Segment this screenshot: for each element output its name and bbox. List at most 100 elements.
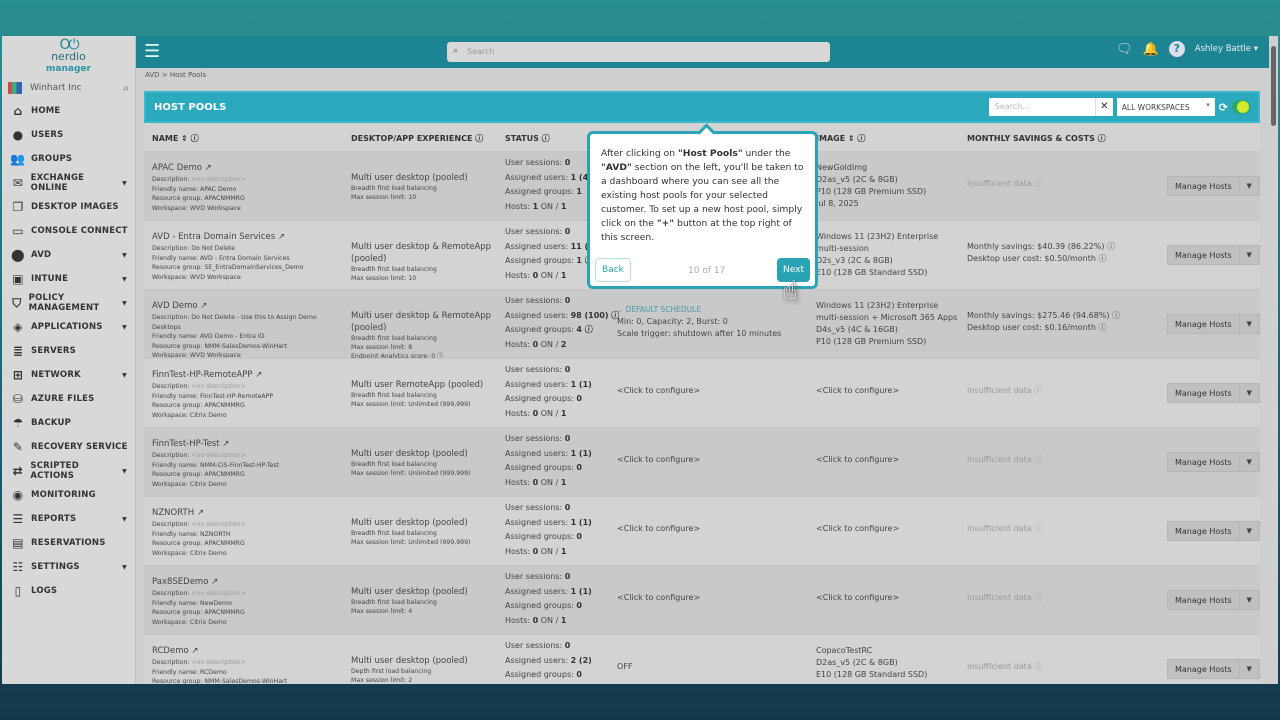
image-line: D2as_v5 (2C & 8GB) [816,175,898,184]
hamburger-menu-icon[interactable]: ☰ [144,43,160,61]
sidebar-item-backup[interactable]: ☂ BACKUP [2,411,135,435]
back-button[interactable]: Back [595,258,631,282]
refresh-icon[interactable]: ⟳ [1219,101,1228,114]
workspace: Workspace: WVD Workspace [152,273,241,281]
mail-icon: ✉ [12,176,23,190]
manage-hosts-button[interactable]: Manage Hosts [1167,314,1240,334]
help-icon[interactable]: ? [1168,41,1185,57]
breadcrumb[interactable]: AVD > Host Pools [145,71,206,79]
image-line[interactable]: <Click to configure> [816,592,964,604]
user-menu[interactable]: Ashley Battle ▾ [1195,44,1258,54]
manage-hosts-button[interactable]: Manage Hosts [1167,245,1240,265]
add-host-pool-button[interactable] [1232,100,1250,114]
sidebar-item-avd[interactable]: ⬤ AVD ▼ [2,243,135,267]
load-balancing: Depth first load balancing [351,668,432,675]
external-link-icon[interactable]: ↗ [255,370,262,380]
sidebar-item-home[interactable]: ⌂ HOME [2,99,135,123]
external-link-icon[interactable]: ↗ [211,577,218,587]
image-line[interactable]: <Click to configure> [816,454,964,466]
clear-search-icon[interactable]: ✕ [1094,98,1113,116]
image-line: CopacoTestRC [816,646,873,655]
search-placeholder: Search [467,47,495,56]
sidebar-item-intune[interactable]: ▣ INTUNE ▼ [2,267,135,291]
caret-down-icon[interactable]: ▼ [1239,659,1260,679]
caret-down-icon[interactable]: ▼ [1239,383,1260,403]
column-image[interactable]: IMAGE ⇕ ⓘ [816,133,865,144]
host-pool-name-link[interactable]: Pax8SEDemo ↗ [152,576,342,588]
search-icon[interactable]: ⌕ [123,83,129,94]
chatbot-icon[interactable]: 🗨 [1116,42,1133,57]
sidebar-item-network[interactable]: ⊞ NETWORK ▼ [2,363,135,387]
workspace: Workspace: Citrix Demo [152,411,227,419]
sidebar-item-desktop-images[interactable]: ❐ DESKTOP IMAGES [2,195,135,219]
image-line: Jul 8, 2025 [816,199,859,208]
autoscale-line[interactable]: <Click to configure> [617,523,700,535]
manage-hosts-button[interactable]: Manage Hosts [1167,452,1240,472]
scrollbar[interactable] [1269,36,1278,684]
external-link-icon[interactable]: ↗ [197,508,204,518]
sidebar-item-console-connect[interactable]: ▭ CONSOLE CONNECT [2,219,135,243]
host-pool-name-link[interactable]: FinnTest-HP-RemoteAPP ↗ [152,369,342,381]
host-pool-name-link[interactable]: APAC Demo ↗ [152,162,342,174]
column-name[interactable]: NAME ⇕ ⓘ [152,133,199,144]
shield-icon: ⛉ [12,296,22,310]
sidebar-item-reports[interactable]: ☰ REPORTS ▼ [2,507,135,531]
host-pool-name-link[interactable]: NZNORTH ↗ [152,507,342,519]
autoscale-line[interactable]: OFF [617,661,633,673]
autoscale-line[interactable]: <Click to configure> [617,592,700,604]
manage-hosts-button[interactable]: Manage Hosts [1167,659,1240,679]
tenant-selector[interactable]: Winhart Inc ⌕ [2,77,135,99]
sidebar-item-servers[interactable]: ≣ SERVERS [2,339,135,363]
host-pool-name-link[interactable]: AVD - Entra Domain Services ↗ [152,231,342,243]
caret-down-icon[interactable]: ▼ [1239,245,1260,265]
host-pool-search-input[interactable]: Search... [988,98,1095,116]
sidebar-item-scripted-actions[interactable]: ⇄ SCRIPTED ACTIONS ▼ [2,459,135,483]
external-link-icon[interactable]: ↗ [205,163,212,173]
sidebar-item-settings[interactable]: ☷ SETTINGS ▼ [2,555,135,579]
sidebar-item-exchange-online[interactable]: ✉ EXCHANGE ONLINE ▼ [2,171,135,195]
caret-down-icon[interactable]: ▼ [1239,521,1260,541]
host-pool-name-link[interactable]: FinnTest-HP-Test ↗ [152,438,342,450]
autoscale-line[interactable]: ⌄ DEFAULT SCHEDULE [617,304,781,316]
image-line: Windows 11 (23H2) Enterprise multi-sessi… [816,301,958,322]
sidebar-item-policy-management[interactable]: ⛉ POLICY MANAGEMENT ▼ [2,291,135,315]
sidebar-item-monitoring[interactable]: ◉ MONITORING [2,483,135,507]
sidebar-item-reservations[interactable]: ▤ RESERVATIONS [2,531,135,555]
description: Description: <no description> [152,176,246,183]
manage-hosts-button[interactable]: Manage Hosts [1167,176,1240,196]
sidebar-item-users[interactable]: ● USERS [2,123,135,147]
sidebar-item-groups[interactable]: 👥 GROUPS [2,147,135,171]
manage-hosts-button[interactable]: Manage Hosts [1167,521,1240,541]
external-link-icon[interactable]: ↗ [278,232,285,242]
scrollbar-thumb[interactable] [1271,46,1276,126]
host-pool-name-link[interactable]: AVD Demo ↗ [152,300,342,312]
host-pool-name-link[interactable]: RCDemo ↗ [152,645,342,657]
status: User sessions: 0 Assigned users: 98 (100)… [505,296,620,349]
autoscale-line[interactable]: <Click to configure> [617,385,700,397]
caret-down-icon[interactable]: ▼ [1239,176,1260,196]
workspace-select[interactable]: ALL WORKSPACES [1116,98,1215,116]
sidebar-item-logs[interactable]: ▯ LOGS [2,579,135,603]
manage-hosts-button[interactable]: Manage Hosts [1167,383,1240,403]
bell-icon[interactable]: 🔔 [1143,42,1159,57]
nerdio-logo[interactable]: O⏻ nerdio manager [2,36,135,75]
sidebar-item-azure-files[interactable]: ⛁ AZURE FILES [2,387,135,411]
avd-icon: ⬤ [11,248,25,262]
image-line[interactable]: <Click to configure> [816,523,964,535]
database-icon: ⛁ [12,392,24,406]
caret-down-icon[interactable]: ▼ [1239,314,1260,334]
manage-hosts-button[interactable]: Manage Hosts [1167,590,1240,610]
image-line[interactable]: <Click to configure> [816,385,964,397]
external-link-icon[interactable]: ↗ [191,646,198,656]
external-link-icon[interactable]: ↗ [200,301,207,311]
caret-down-icon[interactable]: ▼ [1239,590,1260,610]
sidebar-item-recovery-service[interactable]: ✎ RECOVERY SERVICE [2,435,135,459]
sidebar-item-applications[interactable]: ◈ APPLICATIONS ▼ [2,315,135,339]
global-search-input[interactable]: ⌕ Search [447,42,830,62]
external-link-icon[interactable]: ↗ [222,439,229,449]
resource-group: Resource group: NMM-SalesDemos-WinHart [152,678,287,684]
settings-icon: ☷ [12,560,24,574]
sidebar-item-label: RECOVERY SERVICE [31,442,128,452]
autoscale-line[interactable]: <Click to configure> [617,454,700,466]
caret-down-icon[interactable]: ▼ [1239,452,1260,472]
